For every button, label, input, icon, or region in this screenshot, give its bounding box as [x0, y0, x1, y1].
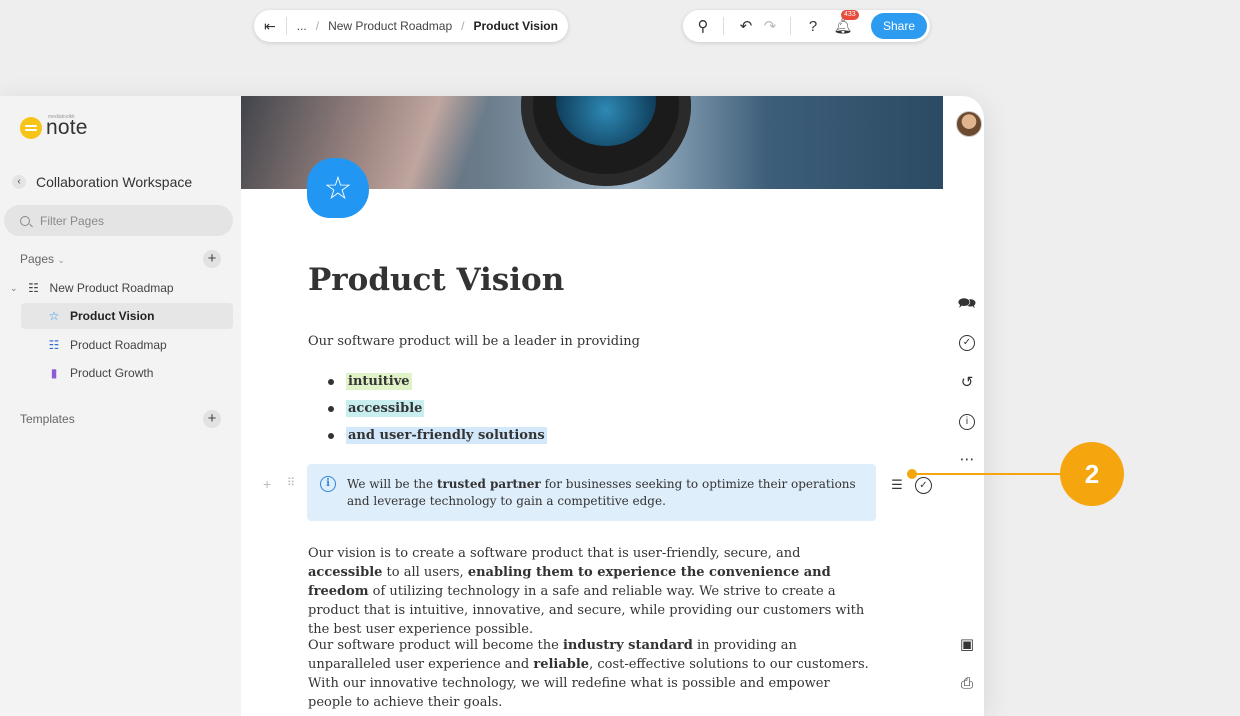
workspace-header[interactable]: ‹ Collaboration Workspace	[12, 174, 192, 190]
add-template-button[interactable]: +	[203, 410, 221, 428]
search-icon[interactable]: ⚲	[691, 17, 715, 35]
chevron-down-icon[interactable]: ⌄	[10, 283, 18, 294]
bell-icon[interactable]: 🔔︎ 433	[831, 10, 859, 35]
star-icon: ☆	[48, 309, 60, 323]
search-icon	[20, 215, 30, 226]
intro-text[interactable]: Our software product will be a leader in…	[308, 334, 640, 349]
cover-hand	[241, 96, 541, 189]
bullet-dot	[328, 405, 334, 412]
list-item[interactable]: intuitive	[328, 368, 547, 395]
sidebar: note mediatoolkit ‹ Collaboration Worksp…	[0, 96, 241, 716]
redo-icon[interactable]: ↷	[758, 17, 782, 35]
chevron-down-icon: ⌄	[57, 255, 65, 265]
check-circle-icon[interactable]: ✓	[915, 476, 932, 494]
annotation-line	[915, 473, 1065, 475]
logo-subtext: mediatoolkit	[48, 114, 75, 120]
list-item[interactable]: accessible	[328, 395, 547, 422]
sidebar-item-label: Product Vision	[70, 309, 155, 323]
present-icon[interactable]: ▣	[957, 635, 977, 655]
pages-label[interactable]: Pages ⌄	[20, 252, 65, 266]
divider	[790, 17, 791, 35]
templates-label[interactable]: Templates	[20, 412, 75, 426]
highlighted-text: accessible	[346, 400, 425, 417]
sidebar-item-product-vision[interactable]: ☆ Product Vision	[21, 303, 233, 329]
annotation-dot	[907, 469, 917, 479]
breadcrumb-separator: /	[461, 19, 465, 33]
info-icon[interactable]: i	[959, 414, 975, 430]
paragraph[interactable]: Our vision is to create a software produ…	[308, 544, 870, 639]
bullet-list: intuitive accessible and user-friendly s…	[328, 368, 547, 449]
list-item[interactable]: and user-friendly solutions	[328, 422, 547, 449]
breadcrumb-current: Product Vision	[473, 19, 558, 33]
sidebar-item-new-product-roadmap[interactable]: ⌄ ☷ New Product Roadmap	[10, 275, 230, 301]
avatar[interactable]	[956, 111, 982, 137]
notification-badge: 433	[841, 10, 859, 20]
sidebar-toggle-icon[interactable]: ⇤	[264, 18, 276, 35]
more-icon[interactable]: ⋯	[957, 450, 977, 470]
toolbar: ⚲ ↶ ↷ ? 🔔︎ 433 Share	[683, 10, 930, 42]
help-icon[interactable]: ?	[801, 18, 825, 35]
breadcrumb-separator: /	[315, 19, 320, 33]
sidebar-item-label: New Product Roadmap	[49, 281, 174, 295]
pages-section-header: Pages ⌄ +	[20, 250, 221, 268]
cover-lens	[521, 96, 691, 186]
callout-text: We will be the trusted partner for busin…	[347, 477, 856, 508]
check-circle-icon[interactable]: ✓	[959, 335, 975, 351]
sidebar-item-product-roadmap[interactable]: ☷ Product Roadmap	[46, 332, 226, 358]
divider	[285, 17, 287, 35]
add-comment-icon[interactable]: ☰	[887, 475, 907, 495]
info-icon: i	[320, 476, 336, 492]
print-icon[interactable]: ⎙	[957, 674, 977, 694]
filter-placeholder: Filter Pages	[40, 213, 105, 228]
comments-icon[interactable]: 🗪︎	[957, 294, 977, 314]
sidebar-item-product-growth[interactable]: ▮ Product Growth	[46, 360, 226, 386]
sidebar-item-label: Product Growth	[70, 366, 154, 380]
bullet-dot	[328, 432, 334, 439]
breadcrumb-parent[interactable]: New Product Roadmap	[328, 19, 452, 33]
share-button[interactable]: Share	[870, 13, 927, 39]
page-star-icon[interactable]: ☆	[307, 158, 369, 218]
history-icon[interactable]: ↺	[957, 373, 977, 393]
chart-bars-icon: ▮	[50, 366, 58, 380]
filter-pages-input[interactable]: Filter Pages	[4, 205, 233, 236]
breadcrumb: ⇤ ... / New Product Roadmap / Product Vi…	[254, 10, 568, 42]
back-chevron-icon[interactable]: ‹	[12, 175, 26, 189]
page-title[interactable]: Product Vision	[308, 262, 564, 298]
logo: note mediatoolkit	[20, 114, 88, 140]
highlighted-text: intuitive	[346, 373, 412, 390]
bullet-dot	[328, 378, 334, 385]
highlighted-text: and user-friendly solutions	[346, 427, 547, 444]
templates-section-header: Templates +	[20, 410, 221, 428]
paragraph[interactable]: Our software product will become the ind…	[308, 636, 870, 712]
drag-handle-icon[interactable]: ⠿	[287, 476, 295, 489]
info-callout[interactable]: i We will be the trusted partner for bus…	[307, 464, 876, 521]
roadmap-icon: ☷	[28, 281, 39, 295]
note-logo-icon	[20, 117, 42, 139]
breadcrumb-ellipsis[interactable]: ...	[297, 19, 307, 33]
add-page-button[interactable]: +	[203, 250, 221, 268]
divider	[723, 17, 724, 35]
sidebar-item-label: Product Roadmap	[70, 338, 167, 352]
roadmap-icon: ☷	[48, 338, 60, 352]
annotation-badge: 2	[1060, 442, 1124, 506]
undo-icon[interactable]: ↶	[734, 17, 758, 35]
workspace-title: Collaboration Workspace	[36, 174, 193, 190]
add-block-icon[interactable]: +	[263, 476, 271, 492]
